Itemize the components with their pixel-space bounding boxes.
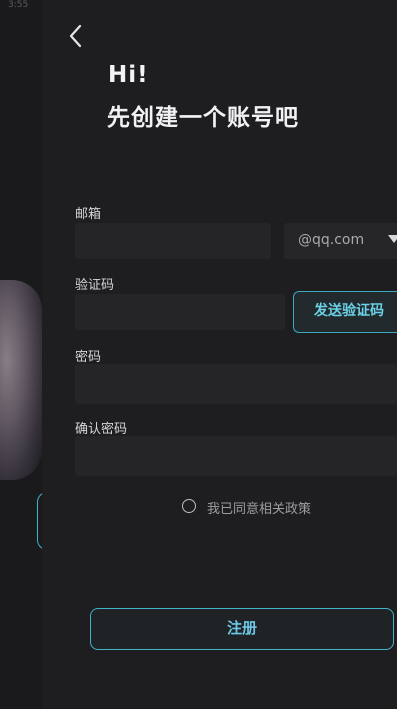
send-code-button[interactable]: 发送验证码 — [293, 291, 397, 333]
password-label: 密码 — [75, 350, 102, 365]
confirm-password-label: 确认密码 — [75, 422, 128, 437]
confirm-password-field[interactable] — [75, 436, 397, 476]
caret-down-icon — [388, 235, 397, 243]
code-label: 验证码 — [75, 278, 115, 293]
back-button[interactable] — [64, 22, 90, 50]
radio-icon — [182, 499, 196, 513]
email-domain-select[interactable]: @qq.com — [284, 223, 397, 259]
email-domain-value: @qq.com — [298, 232, 365, 248]
greeting: Hi! — [108, 62, 149, 88]
background-illustration — [0, 280, 42, 480]
email-label: 邮箱 — [75, 207, 102, 222]
password-field[interactable] — [75, 364, 397, 404]
page-title: 先创建一个账号吧 — [107, 105, 299, 131]
email-field[interactable] — [75, 223, 271, 259]
status-time: 3:55 — [8, 0, 29, 10]
register-button[interactable]: 注册 — [90, 608, 394, 650]
agree-label: 我已同意相关政策 — [207, 502, 312, 517]
code-field[interactable] — [75, 294, 285, 330]
chevron-left-icon — [69, 24, 82, 48]
